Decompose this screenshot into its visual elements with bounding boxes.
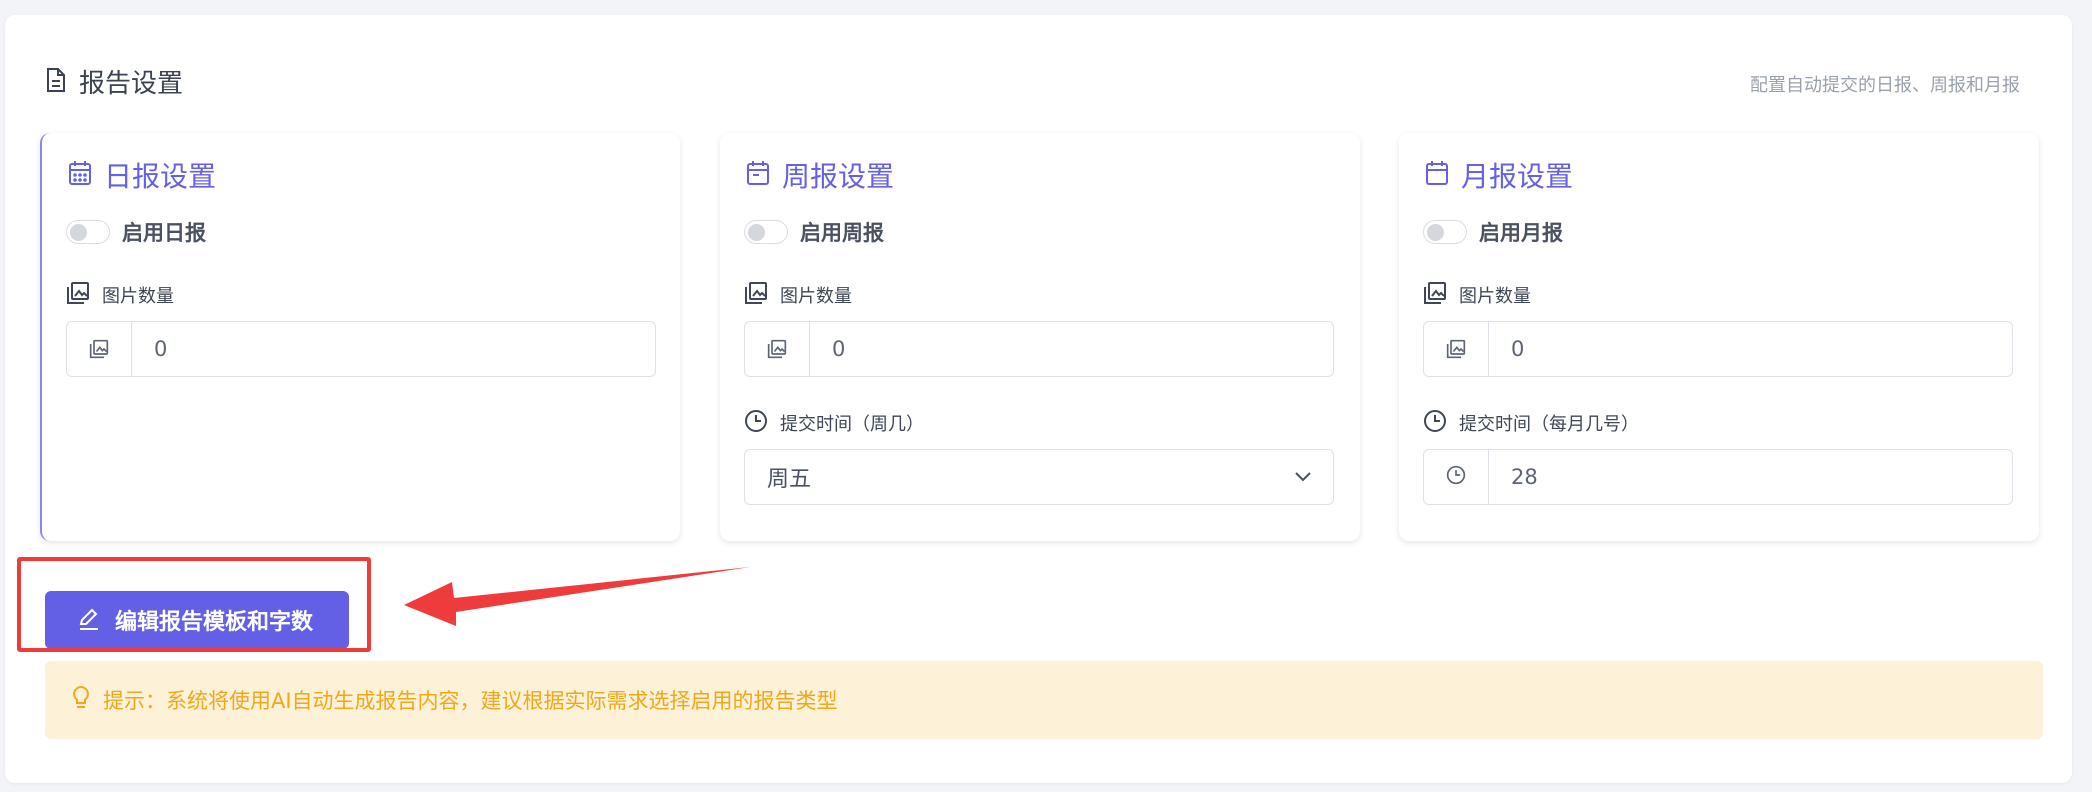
calendar-icon <box>68 160 92 190</box>
weekly-toggle-row: 启用周报 <box>744 217 884 247</box>
image-stack-icon <box>66 281 90 309</box>
image-addon <box>1424 322 1489 376</box>
annotation-arrow <box>404 567 750 626</box>
lightbulb-icon <box>71 685 91 715</box>
clock-icon <box>1446 465 1466 489</box>
monthly-image-count-label: 图片数量 <box>1459 286 1531 307</box>
tip-text: 提示：系统将使用AI自动生成报告内容，建议根据实际需求选择启用的报告类型 <box>103 689 838 713</box>
panel-header: 报告设置 <box>45 63 183 100</box>
monthly-image-count-label-row: 图片数量 <box>1423 281 1531 309</box>
monthly-card-title: 月报设置 <box>1461 160 1574 193</box>
daily-image-count-input[interactable] <box>132 322 655 376</box>
image-addon <box>67 322 132 376</box>
daily-image-count-label: 图片数量 <box>102 286 174 307</box>
image-addon <box>745 322 810 376</box>
daily-toggle-label: 启用日报 <box>122 221 206 245</box>
weekly-enable-toggle[interactable] <box>744 220 788 244</box>
report-settings-panel: 报告设置 配置自动提交的日报、周报和月报 日报设置 启用日报 图片数量 0 周报… <box>5 15 2072 783</box>
tip-banner: 提示：系统将使用AI自动生成报告内容，建议根据实际需求选择启用的报告类型 <box>45 661 2043 739</box>
image-stack-icon <box>744 281 768 309</box>
monthly-image-count-input[interactable] <box>1489 322 2012 376</box>
weekly-image-count-input[interactable] <box>810 322 1333 376</box>
image-stack-icon <box>1423 281 1447 309</box>
weekly-toggle-label: 启用周报 <box>800 221 884 245</box>
daily-image-count-label-row: 图片数量 <box>66 281 174 309</box>
clock-addon <box>1424 450 1489 504</box>
monthly-image-count-input-group <box>1423 321 2013 377</box>
calendar-icon <box>1425 160 1449 190</box>
weekly-image-count-label-row: 图片数量 <box>744 281 852 309</box>
daily-card-title: 日报设置 <box>104 160 217 193</box>
chevron-down-icon <box>1293 468 1313 487</box>
page-description: 配置自动提交的日报、周报和月报 <box>1750 75 2020 96</box>
weekly-card-title: 周报设置 <box>782 160 895 193</box>
monthly-submit-day-input-group <box>1423 449 2013 505</box>
annotation-highlight-box <box>17 557 371 652</box>
weekly-submit-label-row: 提交时间（周几） <box>744 409 924 437</box>
monthly-toggle-label: 启用月报 <box>1479 221 1563 245</box>
page-title: 报告设置 <box>79 69 184 99</box>
monthly-card-header: 月报设置 <box>1425 155 1573 195</box>
monthly-toggle-row: 启用月报 <box>1423 217 1563 247</box>
weekly-submit-day-value: 周五 <box>767 467 812 492</box>
daily-toggle-row: 启用日报 <box>66 217 206 247</box>
clock-icon <box>1423 409 1447 437</box>
monthly-submit-label-row: 提交时间（每月几号） <box>1423 409 1639 437</box>
weekly-card-header: 周报设置 <box>746 155 894 195</box>
toggle-knob <box>748 224 765 241</box>
monthly-enable-toggle[interactable] <box>1423 220 1467 244</box>
daily-card-header: 日报设置 <box>68 155 216 195</box>
document-icon <box>45 67 67 97</box>
toggle-knob <box>70 224 87 241</box>
daily-report-card: 日报设置 启用日报 图片数量 <box>40 133 680 541</box>
weekly-submit-day-select[interactable]: 周五 <box>744 449 1334 505</box>
daily-enable-toggle[interactable] <box>66 220 110 244</box>
daily-image-count-input-group <box>66 321 656 377</box>
weekly-submit-label: 提交时间（周几） <box>780 414 924 435</box>
monthly-report-card: 月报设置 启用月报 图片数量 0 提交时间（每月几号） 28 <box>1399 133 2039 541</box>
clock-icon <box>744 409 768 437</box>
weekly-report-card: 周报设置 启用周报 图片数量 0 提交时间（周几） 周五 <box>720 133 1360 541</box>
monthly-submit-label: 提交时间（每月几号） <box>1459 414 1639 435</box>
toggle-knob <box>1427 224 1444 241</box>
weekly-image-count-label: 图片数量 <box>780 286 852 307</box>
monthly-submit-day-input[interactable] <box>1489 450 2012 504</box>
calendar-icon <box>746 160 770 190</box>
weekly-image-count-input-group <box>744 321 1334 377</box>
